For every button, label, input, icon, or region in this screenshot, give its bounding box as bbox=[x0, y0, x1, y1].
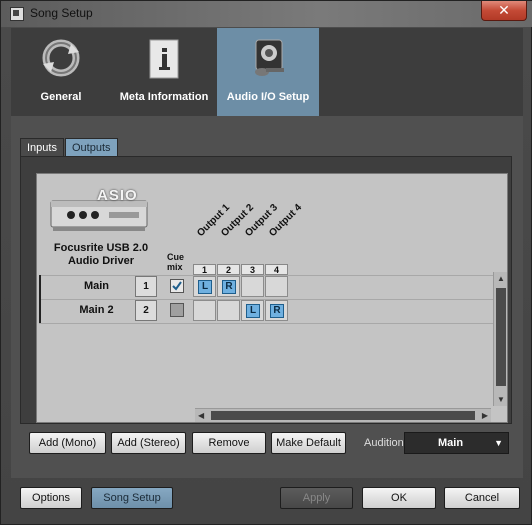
routing-cell[interactable]: R bbox=[217, 276, 240, 297]
make-default-button[interactable]: Make Default bbox=[271, 432, 346, 454]
setup-nav: General Meta Information Audio I/O Setup bbox=[11, 28, 523, 116]
routing-pin: L bbox=[246, 304, 260, 318]
table-row[interactable]: Main 1 L R bbox=[39, 275, 493, 299]
add-mono-button[interactable]: Add (Mono) bbox=[29, 432, 106, 454]
apply-button[interactable]: Apply bbox=[280, 487, 353, 509]
app-icon bbox=[10, 7, 24, 21]
scroll-left-icon[interactable]: ◀ bbox=[198, 411, 204, 420]
audition-value: Main bbox=[438, 437, 464, 449]
device-name-line-2: Audio Driver bbox=[67, 255, 134, 267]
cue-mix-header: Cue mix bbox=[167, 252, 184, 272]
routing-cell[interactable]: R bbox=[265, 300, 288, 321]
output-number: 1 bbox=[193, 264, 216, 275]
nav-item-meta-information[interactable]: Meta Information bbox=[111, 28, 217, 116]
row-grip[interactable] bbox=[39, 275, 43, 299]
cue-mix-checkbox[interactable] bbox=[170, 303, 184, 317]
row-number: 2 bbox=[135, 300, 157, 321]
speaker-mic-icon bbox=[255, 39, 284, 76]
horizontal-scrollbar[interactable]: ◀ ▶ bbox=[195, 408, 491, 422]
scroll-up-icon[interactable]: ▲ bbox=[497, 274, 505, 283]
scroll-right-icon[interactable]: ▶ bbox=[482, 411, 488, 420]
cue-header-line-1: Cue bbox=[167, 252, 185, 262]
title-bar[interactable]: Song Setup ✕ bbox=[1, 1, 532, 27]
chevron-down-icon: ▼ bbox=[494, 438, 503, 448]
routing-cell[interactable]: L bbox=[241, 300, 264, 321]
nav-item-label: General bbox=[40, 91, 82, 103]
add-stereo-button[interactable]: Add (Stereo) bbox=[111, 432, 186, 454]
audio-io-panel: Inputs Outputs ASIO Focusrite USB 2.0 Au… bbox=[11, 116, 523, 478]
outputs-frame: ASIO Focusrite USB 2.0 Audio Driver Cue … bbox=[20, 156, 512, 424]
row-grip[interactable] bbox=[39, 299, 43, 323]
output-number: 4 bbox=[265, 264, 288, 275]
row-name: Main 2 bbox=[79, 304, 114, 316]
refresh-icon bbox=[42, 39, 80, 77]
row-divider-line bbox=[39, 323, 493, 324]
cancel-button[interactable]: Cancel bbox=[444, 487, 520, 509]
row-number: 1 bbox=[135, 276, 157, 297]
routing-pin: R bbox=[222, 280, 236, 294]
routing-cell[interactable] bbox=[265, 276, 288, 297]
nav-item-label: Meta Information bbox=[119, 91, 209, 103]
song-setup-window: Song Setup ✕ General Meta Information Au… bbox=[0, 0, 532, 525]
close-button[interactable]: ✕ bbox=[481, 1, 527, 21]
tab-inputs[interactable]: Inputs bbox=[20, 138, 64, 157]
routing-cell[interactable] bbox=[193, 300, 216, 321]
song-setup-button[interactable]: Song Setup bbox=[91, 487, 173, 509]
audition-label: Audition bbox=[364, 437, 404, 449]
window-title: Song Setup bbox=[30, 6, 93, 20]
output-routing-matrix: ASIO Focusrite USB 2.0 Audio Driver Cue … bbox=[36, 173, 508, 423]
remove-button[interactable]: Remove bbox=[192, 432, 266, 454]
routing-cell[interactable]: L bbox=[193, 276, 216, 297]
device-name-line-1: Focusrite USB 2.0 bbox=[53, 242, 149, 254]
asio-logo: ASIO bbox=[97, 187, 138, 204]
options-button[interactable]: Options bbox=[20, 487, 82, 509]
nav-item-audio-io-setup[interactable]: Audio I/O Setup bbox=[217, 28, 319, 116]
routing-pin: R bbox=[270, 304, 284, 318]
routing-pin: L bbox=[198, 280, 212, 294]
check-icon bbox=[172, 281, 182, 291]
nav-item-label: Audio I/O Setup bbox=[226, 91, 310, 103]
output-number: 2 bbox=[217, 264, 240, 275]
scroll-thumb[interactable] bbox=[496, 288, 506, 386]
nav-item-general[interactable]: General bbox=[11, 28, 111, 116]
ok-button[interactable]: OK bbox=[362, 487, 436, 509]
document-info-icon bbox=[149, 39, 179, 79]
table-row[interactable]: Main 2 2 L R bbox=[39, 299, 493, 323]
row-divider bbox=[39, 323, 493, 324]
device-name: Focusrite USB 2.0 Audio Driver bbox=[41, 242, 161, 268]
routing-cell[interactable] bbox=[241, 276, 264, 297]
scroll-thumb[interactable] bbox=[211, 411, 475, 420]
vertical-scrollbar[interactable]: ▲ ▼ bbox=[493, 272, 507, 406]
routing-cell[interactable] bbox=[217, 300, 240, 321]
output-number: 3 bbox=[241, 264, 264, 275]
scroll-down-icon[interactable]: ▼ bbox=[497, 395, 505, 404]
tab-outputs[interactable]: Outputs bbox=[65, 138, 118, 157]
cue-header-line-2: mix bbox=[167, 262, 183, 272]
row-name: Main bbox=[83, 280, 110, 292]
cue-mix-checkbox[interactable] bbox=[170, 279, 184, 293]
audition-dropdown[interactable]: Main ▼ bbox=[404, 432, 509, 454]
